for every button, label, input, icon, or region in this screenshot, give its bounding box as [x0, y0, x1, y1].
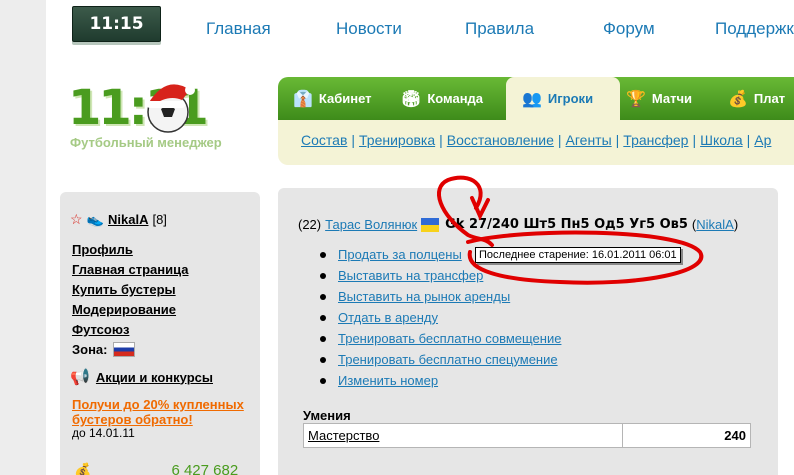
manager-icon: 👔 [293, 90, 313, 108]
side-menu: Профиль Главная страница Купить бустеры … [72, 240, 188, 340]
skills-table: Мастерство 240 [303, 423, 751, 448]
action-item: Выставить на трансфер [320, 265, 561, 286]
site-logo[interactable]: 11:11 Футбольный менеджер [66, 76, 246, 156]
santa-ball-icon [147, 84, 195, 133]
top-navigation: Главная Новости Правила Форум Поддержка [0, 19, 794, 39]
action-sell-half-price[interactable]: Продать за полцены [338, 247, 462, 262]
players-icon: 👥 [522, 90, 542, 108]
action-list-transfer[interactable]: Выставить на трансфер [338, 268, 483, 283]
side-menu-profile[interactable]: Профиль [72, 240, 188, 260]
tab-matches[interactable]: 🏆 Матчи [626, 77, 692, 120]
action-rent-out[interactable]: Отдать в аренду [338, 310, 438, 325]
main-panel: (22) Тарас Волянюк Gk 27/240 Шт5 Пн5 Од5… [278, 188, 778, 475]
main-menu: 👔 Кабинет 🏟 Команда 👥 Игроки 🏆 Матчи 💰 Плат С… [278, 77, 794, 165]
side-menu-home[interactable]: Главная страница [72, 260, 188, 280]
nav-support[interactable]: Поддержка [715, 19, 794, 39]
action-list-rent-market[interactable]: Выставить на рынок аренды [338, 289, 510, 304]
submenu-recovery[interactable]: Восстановление [447, 132, 554, 148]
side-menu-moderation[interactable]: Модерирование [72, 300, 188, 320]
ukraine-flag-icon [421, 217, 440, 232]
money-icon: 💰 [74, 462, 92, 475]
money-value: 6 427 682 [171, 462, 239, 475]
action-item: Изменить номер [320, 370, 561, 391]
player-name-link[interactable]: Тарас Волянюк [325, 217, 417, 232]
tab-players[interactable]: 👥 Игроки [506, 77, 620, 120]
aging-tooltip: Последнее старение: 16.01.2011 06:01 [475, 247, 681, 263]
stadium-icon: 🏟 [401, 90, 422, 108]
action-item: Тренировать бесплатно совмещение [320, 328, 561, 349]
submenu-rent[interactable]: Ар [754, 132, 771, 148]
side-menu-futsal-union[interactable]: Футсоюз [72, 320, 188, 340]
nav-forum[interactable]: Форум [603, 19, 655, 39]
player-owner-link[interactable]: NikalA [696, 217, 734, 232]
submenu-school[interactable]: Школа [700, 132, 743, 148]
action-item: Отдать в аренду [320, 307, 561, 328]
table-row: Мастерство 240 [303, 423, 751, 448]
nav-home[interactable]: Главная [206, 19, 271, 39]
action-train-special-skill[interactable]: Тренировать бесплатно спецумение [338, 352, 558, 367]
skills-title: Умения [303, 408, 351, 423]
promo-row: 📢 Акции и конкурсы [70, 367, 213, 387]
tab-payments[interactable]: 💰 Плат [728, 77, 785, 120]
player-actions: Продать за полцены Выставить на трансфер… [320, 244, 561, 391]
tab-team[interactable]: 🏟 Команда [401, 77, 483, 120]
bonus-date: до 14.01.11 [72, 426, 135, 440]
star-icon: ☆ [70, 211, 83, 227]
submenu-training[interactable]: Тренировка [359, 132, 435, 148]
bonus-link[interactable]: Получи до 20% купленных бустеров обратно… [72, 397, 257, 427]
megaphone-icon: 📢 [70, 369, 90, 386]
trophy-icon: 🏆 [626, 90, 646, 108]
side-menu-buy-boosters[interactable]: Купить бустеры [72, 280, 188, 300]
player-stats: Gk 27/240 Шт5 Пн5 Од5 Уг5 Ов5 [445, 217, 688, 232]
player-age: (22) [298, 217, 322, 232]
tab-cabinet[interactable]: 👔 Кабинет [293, 77, 372, 120]
boot-icon: 👟 [86, 211, 104, 227]
menu-tabs: 👔 Кабинет 🏟 Команда 👥 Игроки 🏆 Матчи 💰 Плат [278, 77, 794, 120]
action-train-combination[interactable]: Тренировать бесплатно совмещение [338, 331, 561, 346]
zone-row: Зона: [72, 342, 135, 357]
action-item: Выставить на рынок аренды [320, 286, 561, 307]
submenu-squad[interactable]: Состав [301, 132, 347, 148]
skill-value: 240 [622, 423, 751, 448]
coins-icon: 💰 [728, 90, 748, 108]
russia-flag-icon [112, 342, 135, 357]
user-name-link[interactable]: NikalA [108, 212, 148, 227]
nav-news[interactable]: Новости [336, 19, 402, 39]
sidebar: ☆ 👟 NikalA [8] Профиль Главная страница … [60, 192, 260, 475]
submenu-agents[interactable]: Агенты [566, 132, 612, 148]
submenu-links: Состав | Тренировка | Восстановление | Агенты |… [301, 132, 772, 148]
logo-subtitle: Футбольный менеджер [70, 135, 222, 150]
submenu-transfer[interactable]: Трансфер [623, 132, 688, 148]
zone-label: Зона: [72, 342, 108, 357]
submenu-bar: Состав | Тренировка | Восстановление | Агенты |… [278, 120, 794, 165]
action-change-number[interactable]: Изменить номер [338, 373, 438, 388]
user-info: ☆ 👟 NikalA [8] [70, 211, 167, 228]
nav-rules[interactable]: Правила [465, 19, 534, 39]
promo-link[interactable]: Акции и конкурсы [96, 370, 213, 385]
money-row: 💰 6 427 682 [74, 462, 238, 475]
action-item: Тренировать бесплатно спецумение [320, 349, 561, 370]
player-header: (22) Тарас Волянюк Gk 27/240 Шт5 Пн5 Од5… [298, 217, 739, 232]
skill-name-link[interactable]: Мастерство [308, 428, 379, 443]
user-level: [8] [152, 212, 167, 227]
